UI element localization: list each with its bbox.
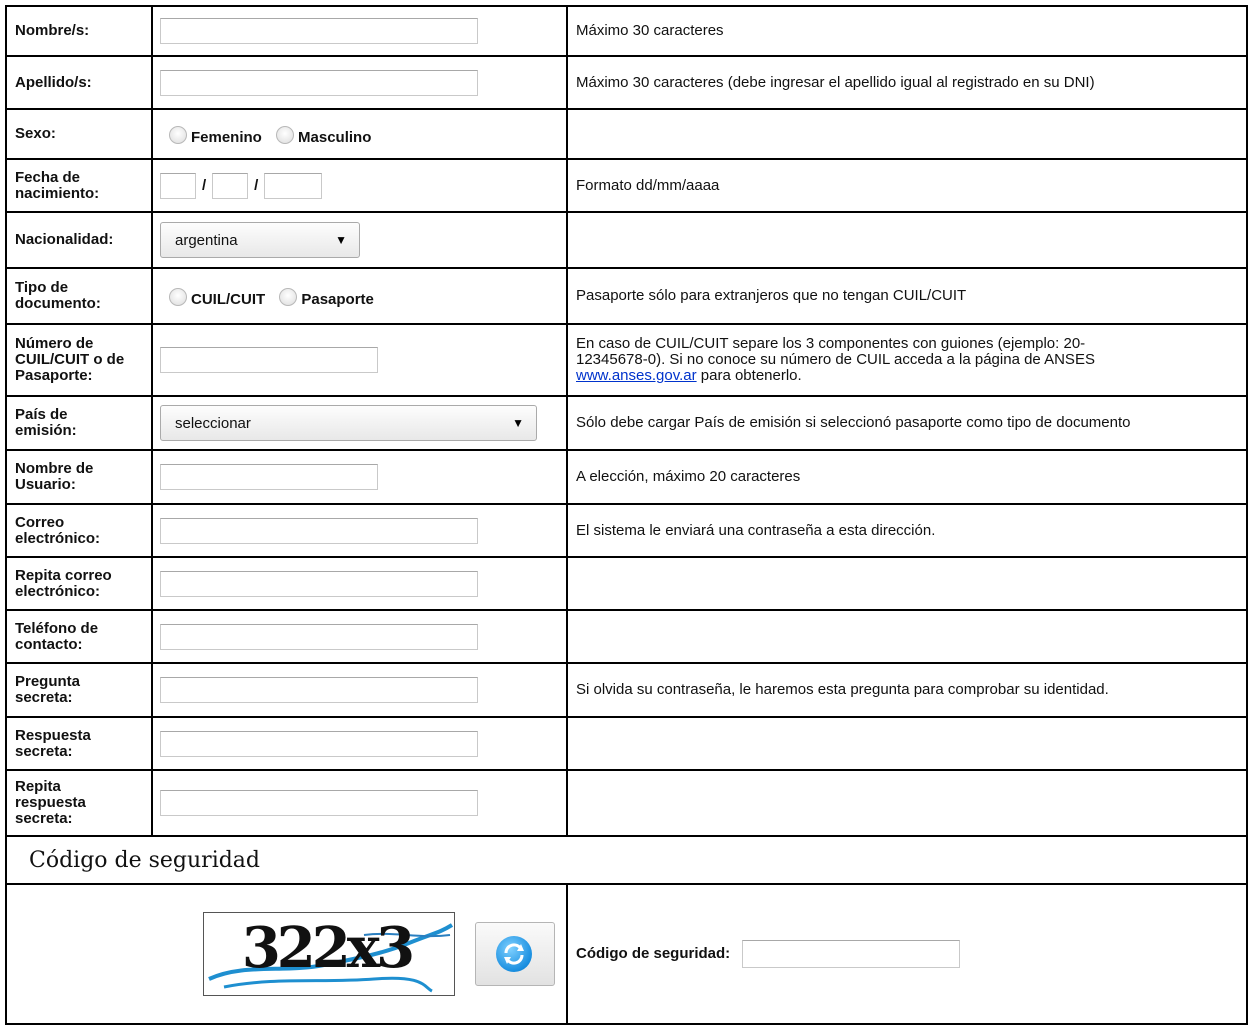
- numero-input[interactable]: [160, 347, 378, 373]
- date-separator: /: [202, 177, 207, 194]
- masculino-radio[interactable]: [276, 126, 295, 145]
- usuario-input[interactable]: [160, 464, 378, 490]
- fecha-label: Fecha de nacimiento:: [5, 158, 153, 213]
- repita-correo-hint-empty: [566, 556, 1248, 611]
- mes-input[interactable]: [212, 172, 249, 199]
- numero-label: Número de CUIL/CUIT o de Pasaporte:: [5, 323, 153, 397]
- row-usuario: Nombre de Usuario: A elección, máximo 20 …: [5, 449, 1248, 505]
- repita-correo-label: Repita correo electrónico:: [5, 556, 153, 611]
- row-pais: País de emisión: seleccionar ▼ Sólo debe c…: [5, 395, 1248, 451]
- correo-hint: El sistema le enviará una contraseña a e…: [566, 503, 1248, 558]
- row-correo: Correo electrónico: El sistema le enviará…: [5, 503, 1248, 558]
- row-numero: Número de CUIL/CUIT o de Pasaporte: En cas…: [5, 323, 1248, 397]
- telefono-input[interactable]: [160, 623, 478, 650]
- tipo-doc-label: Tipo de documento:: [5, 267, 153, 325]
- refresh-icon: [496, 936, 532, 972]
- row-tipo-documento: Tipo de documento: CUIL/CUIT Pasaporte Pa…: [5, 267, 1248, 325]
- nacionalidad-select[interactable]: argentina ▼: [160, 222, 360, 258]
- registration-form: Nombre/s: Máximo 30 caracteres Apellido/…: [5, 5, 1248, 1025]
- correo-input[interactable]: [160, 517, 478, 544]
- row-pregunta: Pregunta secreta: Si olvida su contraseña…: [5, 662, 1248, 718]
- row-repita-correo: Repita correo electrónico:: [5, 556, 1248, 611]
- femenino-radio[interactable]: [169, 126, 187, 145]
- usuario-hint: A elección, máximo 20 caracteres: [566, 449, 1248, 505]
- pais-hint: Sólo debe cargar País de emisión si sele…: [566, 395, 1248, 451]
- respuesta-input[interactable]: [160, 730, 478, 757]
- section-title: Código de seguridad: [5, 835, 1248, 885]
- respuesta-hint-empty: [566, 716, 1248, 771]
- pregunta-label: Pregunta secreta:: [5, 662, 153, 718]
- pais-label: País de emisión:: [5, 395, 153, 451]
- fecha-hint: Formato dd/mm/aaaa: [566, 158, 1248, 213]
- telefono-label: Teléfono de contacto:: [5, 609, 153, 664]
- sexo-hint-empty: [566, 108, 1248, 160]
- tipo-doc-hint: Pasaporte sólo para extranjeros que no t…: [566, 267, 1248, 325]
- row-nacionalidad: Nacionalidad: argentina ▼: [5, 211, 1248, 269]
- masculino-label: Masculino: [298, 128, 372, 146]
- numero-hint: En caso de CUIL/CUIT separe los 3 compon…: [566, 323, 1248, 397]
- pasaporte-radio[interactable]: [279, 288, 298, 307]
- captcha-input[interactable]: [742, 940, 961, 968]
- cuil-radio[interactable]: [169, 288, 187, 307]
- dropdown-arrow-icon: ▼: [512, 416, 524, 430]
- date-separator: /: [254, 177, 259, 194]
- apellido-input[interactable]: [160, 69, 478, 96]
- sexo-label: Sexo:: [5, 108, 153, 160]
- row-fecha: Fecha de nacimiento: / / Formato dd/mm/aaa…: [5, 158, 1248, 213]
- pregunta-input[interactable]: [160, 677, 478, 703]
- anio-input[interactable]: [264, 172, 323, 199]
- apellido-label: Apellido/s:: [5, 55, 153, 110]
- nombre-input[interactable]: [160, 18, 478, 44]
- dropdown-arrow-icon: ▼: [335, 233, 347, 247]
- row-section-header: Código de seguridad: [5, 835, 1248, 885]
- row-captcha: 322x3 Código de seguridad:: [5, 883, 1248, 1025]
- respuesta-label: Respuesta secreta:: [5, 716, 153, 771]
- repita-respuesta-input[interactable]: [160, 790, 478, 816]
- nombre-hint: Máximo 30 caracteres: [566, 5, 1248, 57]
- pais-select[interactable]: seleccionar ▼: [160, 405, 537, 441]
- dia-input[interactable]: [160, 172, 196, 199]
- femenino-label: Femenino: [191, 128, 262, 146]
- row-sexo: Sexo: Femenino Masculino: [5, 108, 1248, 160]
- captcha-text: 322x3: [241, 915, 415, 981]
- nacionalidad-hint-empty: [566, 211, 1248, 269]
- refresh-captcha-button[interactable]: [475, 922, 555, 986]
- apellido-hint: Máximo 30 caracteres (debe ingresar el a…: [566, 55, 1248, 110]
- telefono-hint-empty: [566, 609, 1248, 664]
- pasaporte-label: Pasaporte: [301, 290, 374, 308]
- captcha-image: 322x3: [202, 912, 455, 996]
- captcha-label: Código de seguridad:: [576, 944, 731, 962]
- nombre-label: Nombre/s:: [5, 5, 153, 57]
- repita-respuesta-hint-empty: [566, 769, 1248, 837]
- usuario-label: Nombre de Usuario:: [5, 449, 153, 505]
- repita-respuesta-label: Repita respuesta secreta:: [5, 769, 153, 837]
- repita-correo-input[interactable]: [160, 570, 478, 597]
- correo-label: Correo electrónico:: [5, 503, 153, 558]
- row-apellido: Apellido/s: Máximo 30 caracteres (debe i…: [5, 55, 1248, 110]
- cuil-label: CUIL/CUIT: [191, 290, 266, 308]
- row-telefono: Teléfono de contacto:: [5, 609, 1248, 664]
- row-respuesta: Respuesta secreta:: [5, 716, 1248, 771]
- nacionalidad-label: Nacionalidad:: [5, 211, 153, 269]
- anses-link[interactable]: www.anses.gov.ar: [576, 367, 697, 384]
- row-nombre: Nombre/s: Máximo 30 caracteres: [5, 5, 1248, 57]
- row-repita-respuesta: Repita respuesta secreta:: [5, 769, 1248, 837]
- pregunta-hint: Si olvida su contraseña, le haremos esta…: [566, 662, 1248, 718]
